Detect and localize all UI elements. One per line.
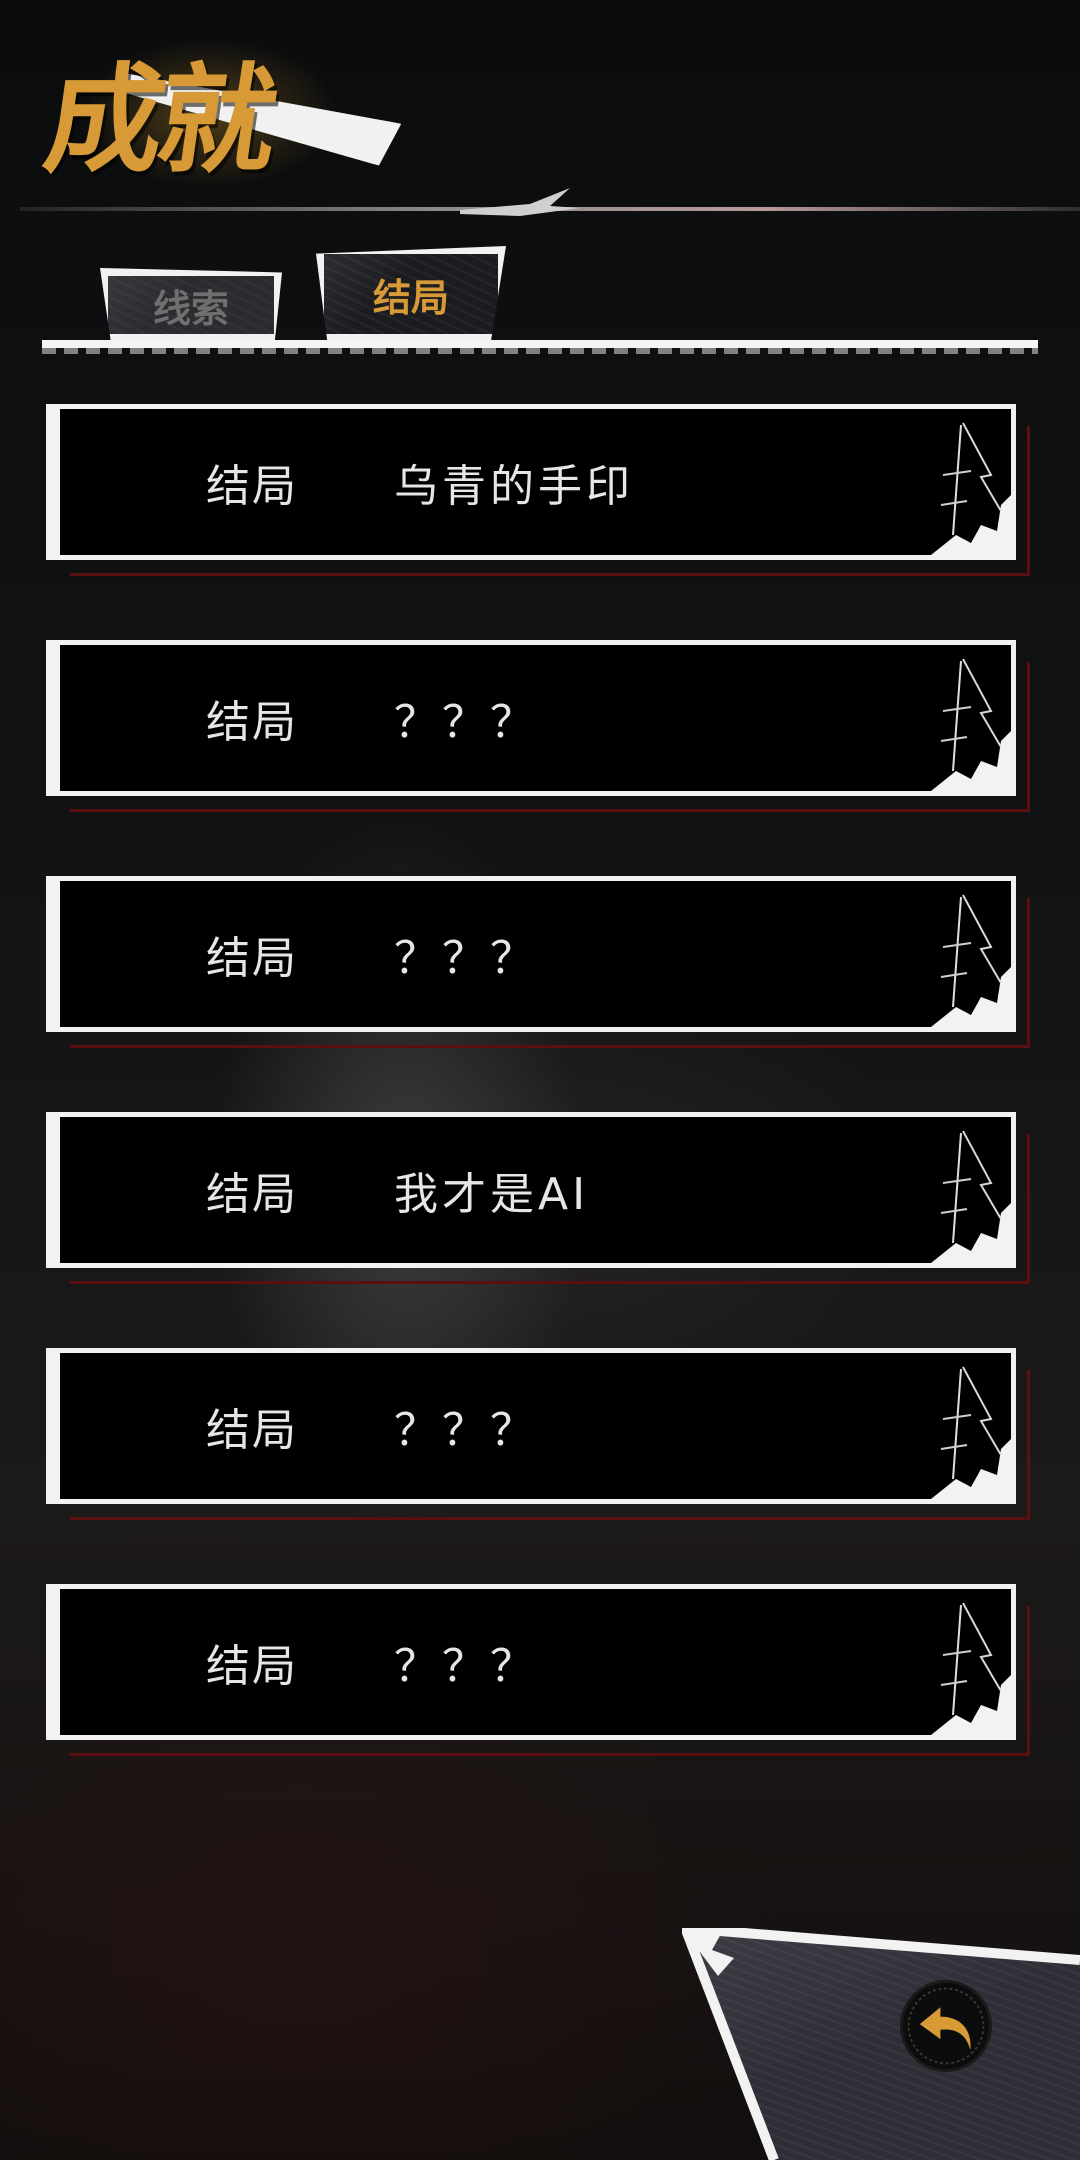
ending-label: 结局 <box>206 461 298 512</box>
ending-label: 结局 <box>206 1405 298 1456</box>
ending-title: ？？？ <box>394 697 538 748</box>
ending-label: 结局 <box>206 1169 298 1220</box>
grunge-corner-decoration <box>931 422 1011 555</box>
grunge-corner-decoration <box>931 658 1011 791</box>
card-body: 结局 ？？？ <box>46 1584 1016 1740</box>
ending-label: 结局 <box>206 697 298 748</box>
ending-label: 结局 <box>206 1641 298 1692</box>
divider-spike-decoration <box>460 188 580 216</box>
ending-card[interactable]: 结局 ？？？ <box>46 640 1030 812</box>
card-body: 结局 ？？？ <box>46 876 1016 1032</box>
back-button[interactable] <box>900 1980 992 2072</box>
ending-card[interactable]: 结局 我才是AI <box>46 1112 1030 1284</box>
ending-title: ？？？ <box>394 933 538 984</box>
achievements-screen: 成就 线索 结局 结局 乌青的手印 结局 ？？？ 结局 ？？？ 结局 我才是AI… <box>0 0 1080 2160</box>
back-panel-frame <box>682 1928 1080 2160</box>
ending-card[interactable]: 结局 乌青的手印 <box>46 404 1030 576</box>
tab-clues[interactable]: 线索 <box>100 268 282 342</box>
page-title: 成就 <box>36 51 281 189</box>
ending-title: ？？？ <box>394 1405 538 1456</box>
grunge-corner-decoration <box>931 1366 1011 1499</box>
ending-card[interactable]: 结局 ？？？ <box>46 1584 1030 1756</box>
back-arrow-icon <box>907 1987 985 2065</box>
tab-endings-label: 结局 <box>372 275 449 320</box>
tab-endings[interactable]: 结局 <box>316 246 506 342</box>
ending-label: 结局 <box>206 933 298 984</box>
card-body: 结局 我才是AI <box>46 1112 1016 1268</box>
grunge-corner-decoration <box>931 894 1011 1027</box>
grunge-corner-decoration <box>931 1130 1011 1263</box>
tab-clues-label: 线索 <box>152 286 229 331</box>
ending-card[interactable]: 结局 ？？？ <box>46 876 1030 1048</box>
ending-card[interactable]: 结局 ？？？ <box>46 1348 1030 1520</box>
ending-title: 乌青的手印 <box>394 461 634 512</box>
title-block: 成就 <box>37 18 400 208</box>
card-body: 结局 ？？？ <box>46 1348 1016 1504</box>
ending-title: ？？？ <box>394 1641 538 1692</box>
tab-underline-texture <box>42 346 1038 354</box>
ending-title: 我才是AI <box>394 1169 590 1220</box>
grunge-corner-decoration <box>931 1602 1011 1735</box>
card-body: 结局 ？？？ <box>46 640 1016 796</box>
card-body: 结局 乌青的手印 <box>46 404 1016 560</box>
